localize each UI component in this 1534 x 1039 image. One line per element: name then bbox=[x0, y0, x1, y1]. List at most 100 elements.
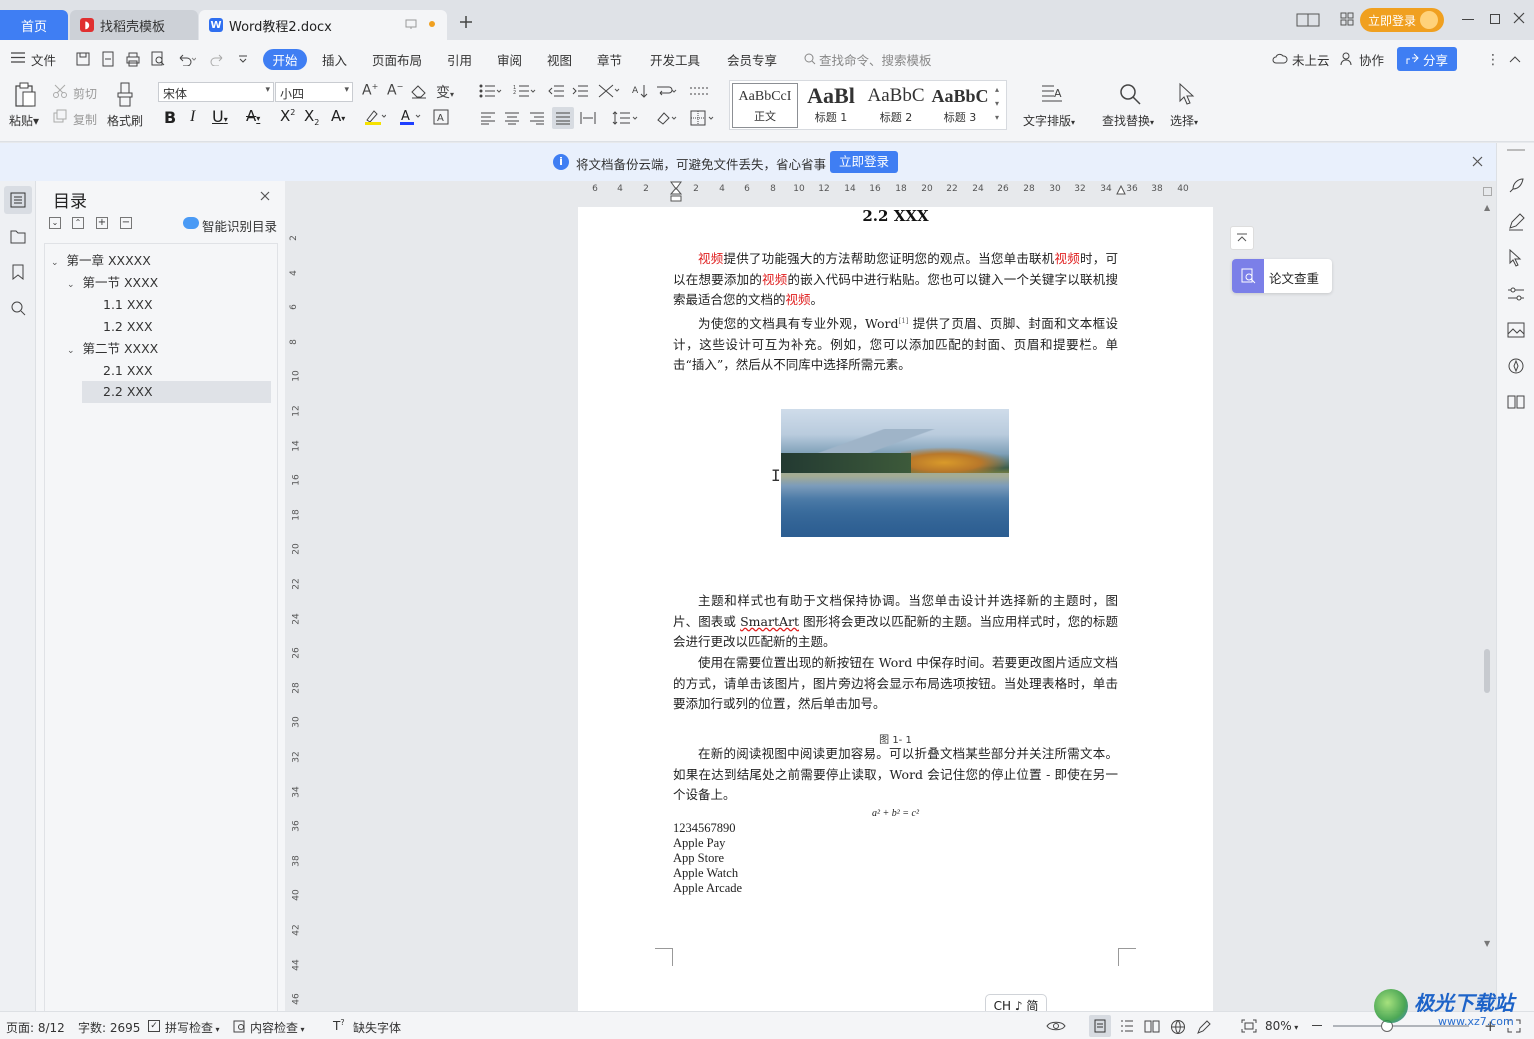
menu-page-layout[interactable]: 页面布局 bbox=[372, 50, 422, 69]
bold-icon[interactable]: B bbox=[164, 108, 176, 127]
collab-button[interactable]: 协作 bbox=[1359, 50, 1384, 69]
export-pdf-icon[interactable] bbox=[100, 51, 116, 67]
strikethrough-icon[interactable]: A▾ bbox=[246, 107, 260, 125]
word-count[interactable]: 字数: 2695 bbox=[78, 1019, 140, 1036]
chinese-layout-icon[interactable] bbox=[597, 83, 621, 99]
text-effect-icon[interactable]: A▾ bbox=[331, 107, 345, 125]
toc-close-icon[interactable] bbox=[260, 191, 270, 201]
subscript-icon[interactable]: X2 bbox=[304, 107, 319, 127]
highlight-color-icon[interactable] bbox=[364, 109, 386, 125]
more-options-icon[interactable]: ⋮ bbox=[1486, 52, 1500, 68]
reading-view-icon[interactable] bbox=[1144, 1019, 1160, 1033]
scrollbar-thumb[interactable] bbox=[1484, 649, 1490, 693]
paste-icon[interactable] bbox=[13, 82, 37, 108]
tab-template-store[interactable]: ◗ 找稻壳模板 bbox=[70, 10, 198, 40]
indent-marker-icon[interactable] bbox=[670, 181, 682, 203]
expand-all-icon[interactable]: ⌄ bbox=[49, 217, 61, 229]
toc-item-section2[interactable]: ⌄ 第二节 XXXX bbox=[67, 338, 158, 360]
scroll-down-icon[interactable]: ▼ bbox=[1484, 939, 1490, 948]
tab-document[interactable]: W Word教程2.docx bbox=[199, 10, 447, 40]
shading-icon[interactable] bbox=[655, 110, 679, 126]
font-color-icon[interactable]: A bbox=[399, 109, 421, 125]
copy-icon[interactable] bbox=[53, 109, 67, 123]
missing-font-button[interactable]: 缺失字体 bbox=[353, 1019, 401, 1036]
format-painter-icon[interactable] bbox=[115, 82, 135, 108]
font-size-select[interactable]: 小四 ▾ bbox=[275, 82, 353, 102]
bookmark-icon[interactable] bbox=[11, 264, 25, 280]
increase-indent-icon[interactable] bbox=[572, 84, 588, 98]
minimize-icon[interactable] bbox=[1462, 19, 1474, 20]
pen-icon[interactable] bbox=[1507, 213, 1525, 231]
distributed-icon[interactable] bbox=[580, 111, 596, 125]
phonetic-guide-icon[interactable]: 变▾ bbox=[436, 82, 454, 102]
menu-member[interactable]: 会员专享 bbox=[727, 50, 777, 69]
redo-icon[interactable] bbox=[210, 52, 226, 66]
tab-home[interactable]: 首页 bbox=[0, 10, 68, 40]
apps-grid-icon[interactable] bbox=[1340, 12, 1354, 26]
collapse-all-icon[interactable]: ⌃ bbox=[72, 217, 84, 229]
align-left-icon[interactable] bbox=[480, 111, 496, 125]
menu-references[interactable]: 引用 bbox=[447, 50, 472, 69]
show-marks-icon[interactable] bbox=[689, 84, 709, 98]
style-heading-2[interactable]: AaBbC 标题 2 bbox=[864, 83, 928, 128]
scroll-up-icon[interactable]: ▲ bbox=[1484, 203, 1490, 212]
underline-icon[interactable]: U▾ bbox=[212, 107, 228, 126]
copy-button[interactable]: 复制 bbox=[73, 111, 97, 128]
writing-mode-icon[interactable] bbox=[1196, 1019, 1212, 1035]
hamburger-icon[interactable] bbox=[11, 52, 25, 63]
fit-width-icon[interactable] bbox=[1241, 1019, 1257, 1033]
numbered-list-icon[interactable]: 12 bbox=[513, 84, 537, 98]
reader-icon[interactable] bbox=[1507, 393, 1525, 411]
menu-section[interactable]: 章节 bbox=[597, 50, 622, 69]
bullet-list-icon[interactable] bbox=[479, 84, 503, 98]
cloud-status[interactable]: 未上云 bbox=[1292, 50, 1330, 69]
format-painter-button[interactable]: 格式刷 bbox=[107, 112, 143, 129]
page-view-icon[interactable] bbox=[1093, 1019, 1107, 1033]
text-layout-button[interactable]: 文字排版▾ bbox=[1023, 112, 1075, 129]
styles-scroll-icon[interactable]: ▴ ▾ ▾ bbox=[995, 83, 999, 125]
collapse-ribbon-icon[interactable] bbox=[1509, 55, 1521, 63]
page-toggle-icon[interactable] bbox=[1483, 187, 1492, 196]
scroll-top-button[interactable] bbox=[1230, 226, 1254, 250]
clear-format-icon[interactable] bbox=[411, 85, 427, 99]
italic-icon[interactable]: I bbox=[190, 108, 195, 126]
menu-review[interactable]: 审阅 bbox=[497, 50, 522, 69]
zoom-out-icon[interactable] bbox=[1312, 1025, 1322, 1026]
grow-font-icon[interactable]: A+ bbox=[362, 82, 378, 99]
notice-login-button[interactable]: 立即登录 bbox=[830, 151, 898, 173]
checkbox-checked-icon[interactable]: ✓ bbox=[148, 1020, 160, 1032]
menu-file[interactable]: 文件 bbox=[31, 50, 56, 69]
new-tab-plus-icon[interactable] bbox=[459, 15, 473, 29]
select-cursor-icon[interactable] bbox=[1177, 82, 1197, 106]
style-normal[interactable]: AaBbCcI 正文 bbox=[732, 83, 798, 128]
share-button[interactable]: 分享 bbox=[1397, 47, 1457, 71]
paste-button[interactable]: 粘贴▾ bbox=[9, 112, 39, 129]
toc-item-2-1[interactable]: 2.1 XXX bbox=[103, 360, 153, 382]
command-search-input[interactable]: 查找命令、搜索模板 bbox=[819, 50, 932, 69]
save-icon[interactable] bbox=[75, 51, 91, 67]
print-icon[interactable] bbox=[125, 51, 141, 67]
page-indicator[interactable]: 页面: 8/12 bbox=[6, 1019, 65, 1036]
chapter-nav-icon[interactable] bbox=[10, 228, 26, 244]
content-check-button[interactable]: 内容检查 ▾ bbox=[250, 1019, 305, 1036]
notice-close-icon[interactable] bbox=[1472, 156, 1483, 167]
close-icon[interactable] bbox=[1513, 12, 1525, 24]
web-view-icon[interactable] bbox=[1170, 1019, 1186, 1035]
maximize-icon[interactable] bbox=[1490, 14, 1500, 24]
cut-icon[interactable] bbox=[53, 84, 67, 98]
text-layout-icon[interactable]: A bbox=[1040, 82, 1064, 106]
toc-item-1-2[interactable]: 1.2 XXX bbox=[103, 316, 153, 338]
find-replace-button[interactable]: 查找替换▾ bbox=[1102, 112, 1154, 129]
font-name-select[interactable]: 宋体 ▾ bbox=[158, 82, 274, 102]
layout-switch-icon[interactable] bbox=[1296, 13, 1320, 27]
smart-toc-button[interactable]: 智能识别目录 bbox=[202, 216, 277, 235]
image-tools-icon[interactable] bbox=[1507, 321, 1525, 339]
toc-item-section1[interactable]: ⌄ 第一节 XXXX bbox=[67, 272, 158, 294]
landscape-image[interactable] bbox=[781, 409, 1009, 537]
superscript-icon[interactable]: X2 bbox=[280, 107, 295, 125]
line-break-icon[interactable] bbox=[656, 84, 678, 98]
eye-protection-icon[interactable] bbox=[1046, 1019, 1066, 1033]
zoom-level-select[interactable]: 80% ▾ bbox=[1265, 1019, 1298, 1033]
toc-item-2-2[interactable]: 2.2 XXX bbox=[103, 381, 153, 403]
zoom-in-icon[interactable]: + bbox=[1484, 1017, 1497, 1035]
